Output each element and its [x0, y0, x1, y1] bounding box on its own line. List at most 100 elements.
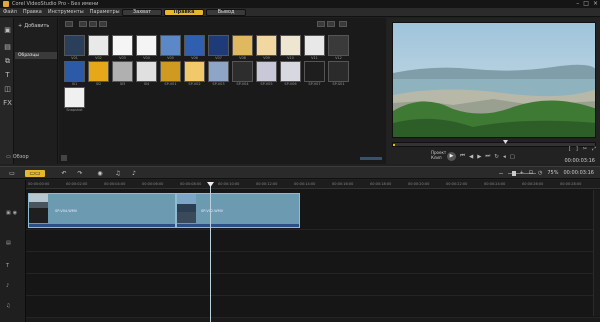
library-thumbnail[interactable]: [64, 87, 85, 108]
library-thumbnail[interactable]: [280, 61, 301, 82]
video-track-header[interactable]: ▣ ◉: [6, 210, 22, 216]
playhead-handle-icon[interactable]: [207, 182, 214, 187]
enlarge-icon[interactable]: ⤢: [592, 146, 596, 152]
add-folder-label: Добавить: [24, 23, 50, 29]
title-icon[interactable]: T: [3, 71, 12, 79]
media-icon[interactable]: ▣: [3, 26, 12, 34]
music-track-lane[interactable]: [26, 296, 600, 318]
minimize-icon[interactable]: –: [576, 0, 579, 8]
zoom-out-icon[interactable]: −: [498, 170, 504, 177]
library-thumbnail[interactable]: [256, 61, 277, 82]
next-frame-icon[interactable]: ▶: [477, 154, 481, 160]
library-thumbnail[interactable]: [136, 61, 157, 82]
timeline-clip[interactable]: SP-V02.WMV: [176, 193, 300, 228]
repeat-icon[interactable]: ↻: [494, 154, 499, 160]
title-track-lane[interactable]: [26, 252, 600, 274]
show-video-icon[interactable]: [79, 21, 87, 27]
voice-track-header[interactable]: ♪: [6, 283, 22, 289]
prev-frame-icon[interactable]: ◀: [469, 154, 473, 160]
auto-music-icon[interactable]: ♪: [130, 170, 138, 177]
library-thumbnail-caption: V03: [119, 56, 126, 60]
library-thumbnail[interactable]: [208, 61, 229, 82]
menu-tools[interactable]: Инструменты: [48, 8, 84, 17]
library-options-icon[interactable]: [61, 155, 67, 161]
track-visibility-icon[interactable]: ◉: [13, 210, 17, 216]
maximize-icon[interactable]: □: [583, 0, 589, 8]
graphic-icon[interactable]: ◫: [3, 85, 12, 93]
mark-in-icon[interactable]: [: [569, 146, 571, 152]
timeline-vertical-scrollbar[interactable]: [593, 190, 600, 316]
overlay-track-header[interactable]: ▤: [6, 240, 22, 246]
show-audio-icon[interactable]: [99, 21, 107, 27]
list-view-icon[interactable]: [317, 21, 325, 27]
storyboard-view-icon[interactable]: ▭: [6, 170, 18, 177]
title-track-header[interactable]: T: [6, 263, 22, 269]
timeline-view-icon[interactable]: ▭▭: [25, 170, 45, 177]
library-thumbnail[interactable]: [160, 35, 181, 56]
library-thumbnail[interactable]: [112, 61, 133, 82]
library-thumbnail[interactable]: [88, 35, 109, 56]
sort-icon[interactable]: [339, 21, 347, 27]
home-icon[interactable]: ⏮: [460, 153, 465, 160]
zoom-in-icon[interactable]: +: [520, 170, 524, 176]
zoom-slider-knob[interactable]: [512, 171, 516, 176]
voice-track-lane[interactable]: [26, 274, 600, 296]
library-thumbnail[interactable]: [256, 35, 277, 56]
folder-open-icon[interactable]: [65, 21, 73, 27]
step-edit[interactable]: Правка: [164, 9, 204, 16]
menu-bar: Файл Правка Инструменты Параметры Захват…: [0, 8, 600, 17]
instant-project-icon[interactable]: ▤: [3, 43, 12, 51]
sound-mixer-icon[interactable]: ♫: [114, 170, 122, 177]
library-thumbnail[interactable]: [328, 35, 349, 56]
menu-edit[interactable]: Правка: [23, 8, 42, 17]
fit-project-icon[interactable]: ⊡: [529, 170, 533, 176]
show-photo-icon[interactable]: [89, 21, 97, 27]
library-thumbnail[interactable]: [304, 35, 325, 56]
hd-icon[interactable]: ▢: [510, 154, 515, 160]
library-thumbnail[interactable]: [184, 35, 205, 56]
library-thumbnail[interactable]: [232, 35, 253, 56]
end-icon[interactable]: ⏭: [485, 153, 490, 160]
transition-icon[interactable]: ⧉: [3, 57, 12, 65]
menu-file[interactable]: Файл: [3, 8, 17, 17]
menu-settings[interactable]: Параметры: [90, 8, 120, 17]
add-folder-button[interactable]: + Добавить: [18, 23, 49, 29]
scrubber-marker-icon[interactable]: [503, 140, 508, 144]
library-thumbnail[interactable]: [136, 35, 157, 56]
thumbnail-view-icon[interactable]: [327, 21, 335, 27]
filter-icon[interactable]: FX: [3, 99, 12, 107]
mark-out-icon[interactable]: ]: [576, 146, 578, 152]
timeline-ruler[interactable]: 00:00:00:00 00:00:02:00 00:00:04:00 00:00:0…: [26, 180, 600, 189]
record-capture-icon[interactable]: ◉: [96, 170, 104, 177]
timeline-clip[interactable]: SP-V04.WMV: [28, 193, 176, 228]
library-thumbnail[interactable]: [304, 61, 325, 82]
timeline-horizontal-scrollbar[interactable]: [26, 318, 600, 322]
library-thumbnail[interactable]: [232, 61, 253, 82]
undo-icon[interactable]: ↶: [60, 170, 68, 177]
library-thumbnail[interactable]: [160, 61, 181, 82]
redo-icon[interactable]: ↷: [76, 170, 84, 177]
preview-timecode[interactable]: 00:00:03:16: [564, 158, 595, 164]
overlay-track-lane[interactable]: [26, 230, 600, 252]
browse-label: Обзор: [12, 154, 29, 160]
split-icon[interactable]: ✂: [583, 146, 587, 152]
library-thumbnail[interactable]: [208, 35, 229, 56]
library-thumbnail[interactable]: [328, 61, 349, 82]
library-thumbnail[interactable]: [280, 35, 301, 56]
music-track-header[interactable]: ♫: [6, 303, 22, 309]
step-share[interactable]: Вывод: [206, 9, 246, 16]
timeline-playhead[interactable]: [210, 183, 211, 322]
library-thumbnail[interactable]: [184, 61, 205, 82]
volume-icon[interactable]: ◂: [503, 154, 506, 160]
browse-button[interactable]: ▭ Обзор: [6, 154, 29, 160]
folder-item-samples[interactable]: Образцы: [15, 52, 57, 59]
step-capture[interactable]: Захват: [122, 9, 162, 16]
library-thumbnail[interactable]: [64, 35, 85, 56]
preview-scrubber[interactable]: [392, 140, 596, 147]
mode-clip[interactable]: Клип: [431, 155, 446, 160]
play-icon[interactable]: ▶: [447, 152, 456, 161]
close-icon[interactable]: ×: [593, 0, 598, 8]
library-thumbnail[interactable]: [88, 61, 109, 82]
library-thumbnail[interactable]: [64, 61, 85, 82]
library-thumbnail[interactable]: [112, 35, 133, 56]
